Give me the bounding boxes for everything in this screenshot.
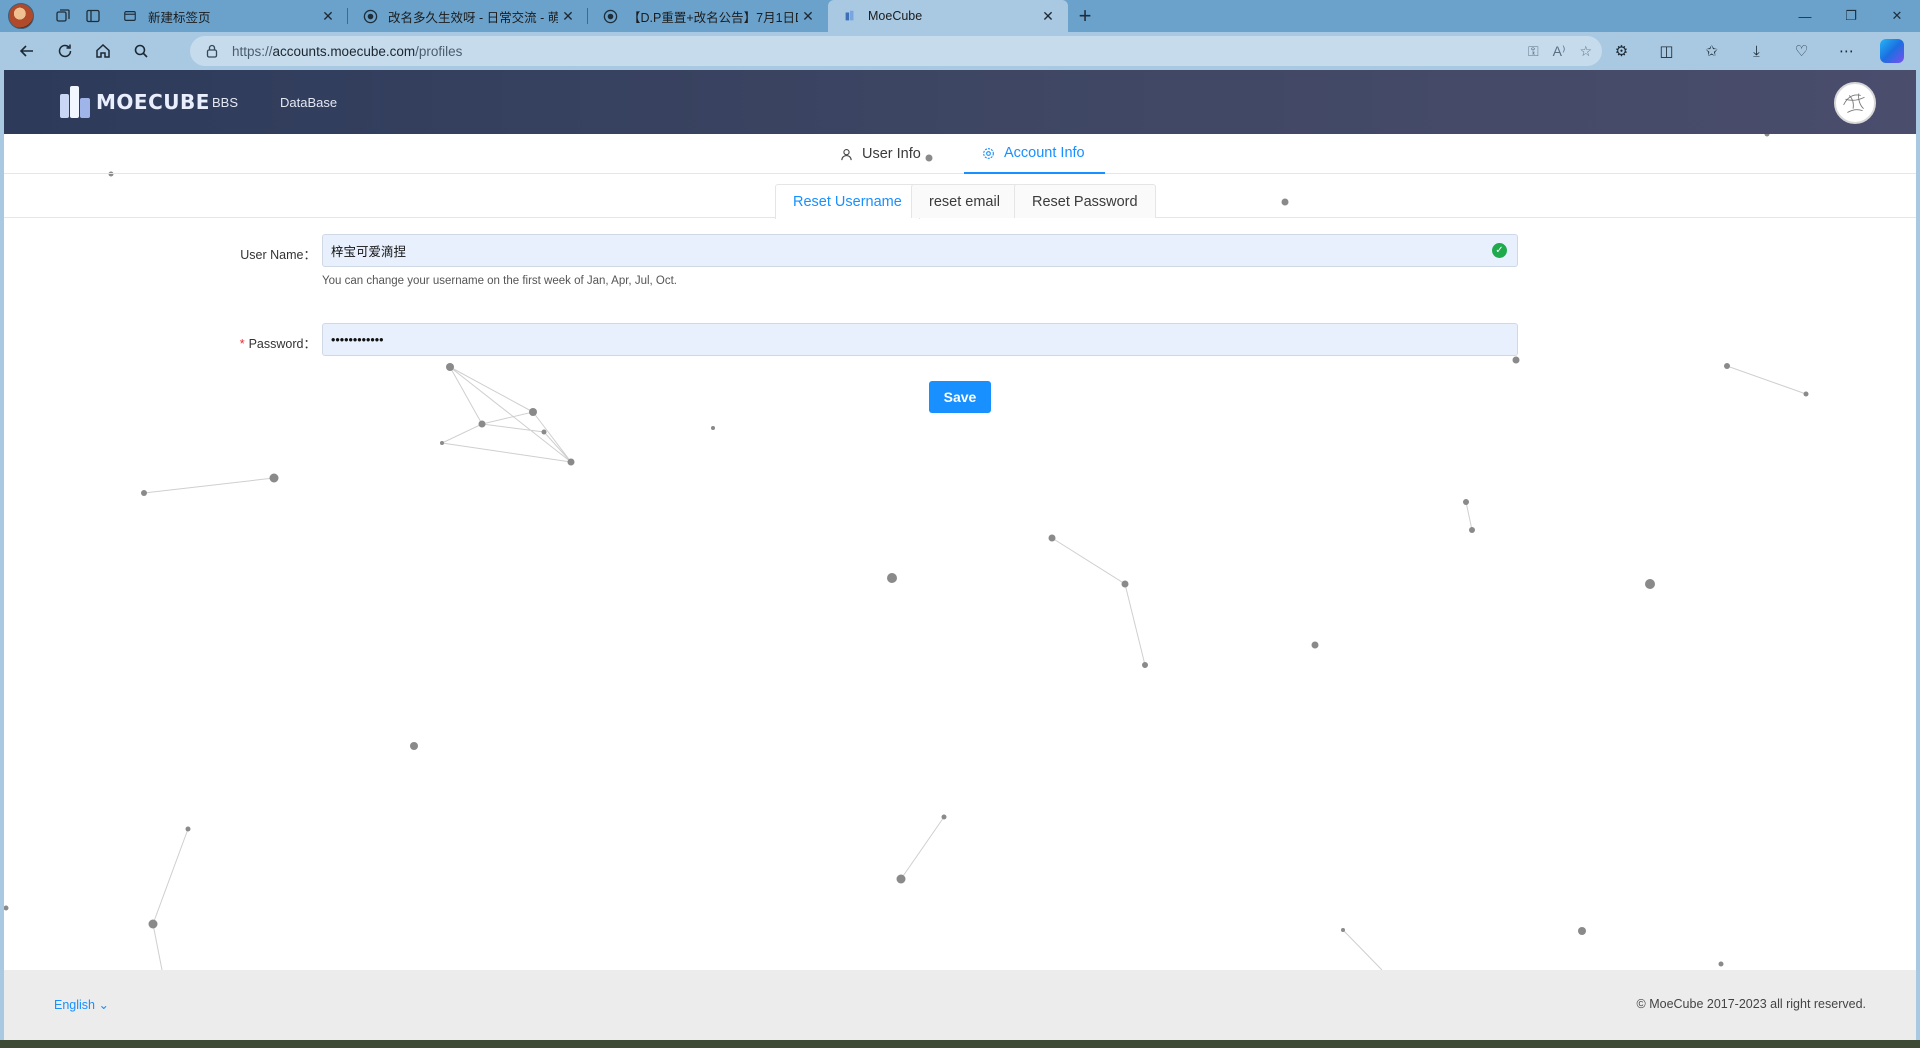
chat-bubble-icon	[362, 8, 378, 24]
browser-tab-strip: 新建标签页 ✕ 改名多久生效呀 - 日常交流 - 萌卡 ✕ 【D.P重置+改名公…	[0, 0, 1920, 32]
username-field[interactable]: 梓宝可爱滴捏 ✓	[322, 234, 1518, 267]
avatar-sketch-icon	[1837, 85, 1873, 121]
tab-label: Reset Username	[793, 194, 902, 210]
profile-tabs: User Info Account Info	[4, 134, 1916, 174]
language-selector[interactable]: English ⌄	[54, 997, 109, 1012]
close-icon[interactable]: ✕	[318, 6, 338, 26]
close-window-icon[interactable]: ✕	[1874, 0, 1920, 32]
back-icon[interactable]	[8, 35, 46, 67]
browser-tab[interactable]: 改名多久生效呀 - 日常交流 - 萌卡 ✕	[348, 0, 588, 32]
close-icon[interactable]: ✕	[1038, 6, 1058, 26]
account-subtabs: Reset Username reset email Reset Passwor…	[4, 174, 1916, 219]
moecube-logo[interactable]: MOECUBE	[60, 82, 210, 122]
window-controls: — ❐ ✕	[1782, 0, 1920, 32]
chat-bubble-icon	[602, 8, 618, 24]
address-bar[interactable]: https://accounts.moecube.com/profiles ⚿ …	[190, 36, 1602, 66]
key-icon[interactable]: ⚿	[1528, 43, 1539, 60]
logo-text: MOECUBE	[96, 90, 210, 114]
tab-reset-password[interactable]: Reset Password	[1014, 184, 1156, 218]
tab-reset-email[interactable]: reset email	[911, 184, 1018, 218]
workspaces-icon[interactable]	[48, 0, 78, 32]
restore-icon[interactable]: ❐	[1828, 0, 1874, 32]
tab-reset-username[interactable]: Reset Username	[775, 184, 920, 219]
password-label: * Password：	[239, 337, 316, 351]
read-aloud-icon[interactable]: A⁾	[1553, 43, 1566, 60]
profile-avatar[interactable]	[8, 3, 34, 29]
tab-label: Account Info	[1004, 145, 1085, 161]
gear-icon	[983, 147, 994, 159]
browser-tab[interactable]: 【D.P重置+改名公告】7月1日D.P重置 ✕	[588, 0, 828, 32]
site-header: MOECUBE BBS DataBase	[4, 70, 1916, 134]
browser-tab-active[interactable]: MoeCube ✕	[828, 0, 1068, 32]
moecube-logo-icon	[60, 84, 92, 120]
lock-icon[interactable]	[204, 43, 220, 59]
copyright-text: © MoeCube 2017-2023 all right reserved.	[1636, 997, 1866, 1011]
main-nav: BBS DataBase	[212, 70, 337, 134]
more-icon[interactable]: ⋯	[1824, 35, 1869, 67]
tab-user-info[interactable]: User Info	[840, 134, 921, 174]
tab-title: 改名多久生效呀 - 日常交流 - 萌卡	[388, 10, 558, 25]
split-screen-icon[interactable]: ◫	[1644, 35, 1689, 67]
tab-title: 新建标签页	[148, 10, 211, 25]
user-avatar[interactable]	[1834, 82, 1876, 124]
close-icon[interactable]: ✕	[798, 6, 818, 26]
nav-database[interactable]: DataBase	[280, 95, 337, 110]
minimize-icon[interactable]: —	[1782, 0, 1828, 32]
browser-toolbar: https://accounts.moecube.com/profiles ⚿ …	[0, 32, 1920, 70]
tab-label: User Info	[862, 146, 921, 162]
username-hint: You can change your username on the firs…	[322, 275, 678, 287]
home-icon[interactable]	[84, 35, 122, 67]
favorites-icon[interactable]: ✩	[1689, 35, 1734, 67]
tab-title: MoeCube	[868, 9, 923, 23]
password-value: ••••••••••••	[331, 332, 384, 347]
username-label: User Name：	[240, 248, 316, 262]
search-icon[interactable]	[122, 35, 160, 67]
tab-title: 【D.P重置+改名公告】7月1日D.P重置	[628, 10, 798, 25]
save-button[interactable]: Save	[929, 381, 991, 413]
tab-label: Reset Password	[1032, 193, 1138, 210]
password-field[interactable]: ••••••••••••	[322, 323, 1518, 356]
taskbar-edge	[0, 1040, 1920, 1048]
site-footer: English ⌄ © MoeCube 2017-2023 all right …	[4, 970, 1916, 1040]
web-page: MOECUBE BBS DataBase User Info Account I…	[4, 70, 1916, 1040]
username-value: 梓宝可爱滴捏	[331, 245, 407, 259]
user-icon	[841, 148, 852, 160]
extensions-icon[interactable]: ⚙	[1599, 35, 1644, 67]
browser-essentials-icon[interactable]: ♡	[1779, 35, 1824, 67]
vertical-tabs-icon[interactable]	[78, 0, 108, 32]
downloads-icon[interactable]: ⤓	[1734, 35, 1779, 67]
url-text: https://accounts.moecube.com/profiles	[232, 43, 463, 59]
nav-bbs[interactable]: BBS	[212, 95, 238, 110]
browser-tab[interactable]: 新建标签页 ✕	[108, 0, 348, 32]
check-success-icon: ✓	[1492, 243, 1507, 258]
tab-account-info[interactable]: Account Info	[964, 134, 1105, 174]
copilot-icon[interactable]	[1869, 35, 1914, 67]
browser-tools: ⚙ ◫ ✩ ⤓ ♡ ⋯	[1599, 35, 1914, 67]
tab-label: reset email	[929, 193, 1000, 210]
favorite-star-icon[interactable]: ☆	[1579, 43, 1592, 60]
refresh-icon[interactable]	[46, 35, 84, 67]
new-tab-icon[interactable]: +	[1068, 0, 1102, 32]
moecube-favicon-icon	[842, 8, 858, 24]
close-icon[interactable]: ✕	[558, 6, 578, 26]
chevron-down-icon: ⌄	[98, 998, 109, 1012]
window-border-right	[1916, 70, 1920, 1040]
page-icon	[122, 8, 138, 24]
